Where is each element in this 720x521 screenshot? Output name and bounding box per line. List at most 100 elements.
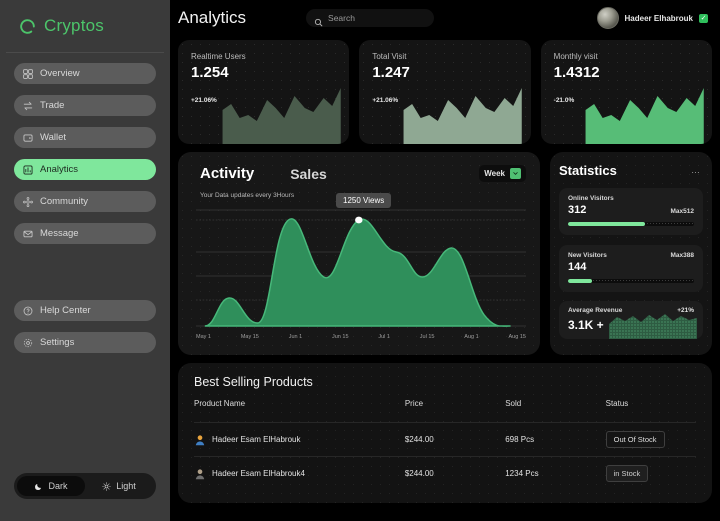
theme-option-light[interactable]: Light (85, 476, 153, 496)
cell-status: Out Of Stock (606, 423, 696, 457)
average-revenue-block: Average Revenue +21% 3.1K + (559, 301, 703, 339)
sidebar-item-label: Help Center (40, 305, 91, 316)
search-icon (314, 14, 323, 23)
stat-block-row: Online Visitors (568, 195, 694, 202)
progress-track (568, 279, 694, 283)
analytics-icon (23, 165, 33, 175)
stat-block-label: New Visitors (568, 252, 607, 259)
table-row[interactable]: Hadeer Esam ElHabrouk4 $244.00 1234 Pcs … (194, 457, 696, 491)
chart-tooltip: 1250 Views (336, 193, 391, 208)
stat-card-total-visit: Total Visit 1.247 +21.06% (359, 40, 530, 144)
status-badge: in Stock (606, 465, 649, 482)
activity-title: Activity (200, 165, 254, 182)
axis-tick: May 15 (241, 334, 259, 340)
stat-card-chart (541, 80, 712, 144)
stat-block-label: Online Visitors (568, 195, 614, 202)
range-label: Week (484, 169, 505, 178)
avatar (597, 7, 619, 29)
sun-icon (102, 482, 111, 491)
column-header-status: Status (606, 399, 696, 423)
grid-icon (23, 69, 33, 79)
axis-tick: May 1 (196, 334, 211, 340)
progress-fill (568, 222, 645, 226)
exchange-icon (23, 101, 33, 111)
theme-option-light-label: Light (116, 481, 136, 491)
sidebar-item-message[interactable]: Message (14, 223, 156, 244)
theme-toggle[interactable]: Dark Light (14, 473, 156, 499)
sidebar-item-label: Message (40, 228, 79, 239)
top-bar: Analytics Hadeer Elhabrouk ✓ (170, 0, 720, 36)
search-input[interactable] (328, 13, 426, 23)
question-icon (23, 306, 33, 316)
sidebar-item-community[interactable]: Community (14, 191, 156, 212)
verified-check-icon: ✓ (699, 14, 708, 23)
stat-card-label: Realtime Users (191, 52, 246, 61)
user-name: Hadeer Elhabrouk (625, 14, 693, 23)
page-title: Analytics (178, 8, 246, 28)
sidebar: Cryptos Overview Trade Wallet (0, 0, 170, 521)
moon-icon (34, 482, 43, 491)
stat-block-row: 312 Max512 (568, 202, 694, 216)
stat-card-realtime-users: Realtime Users 1.254 +21.06% (178, 40, 349, 144)
activity-panel: Activity Sales Week Your Data updates ev… (178, 152, 540, 355)
products-table-body: Hadeer Esam ElHabrouk $244.00 698 Pcs Ou… (194, 423, 696, 491)
cell-sold: 1234 Pcs (505, 457, 605, 491)
sidebar-item-trade[interactable]: Trade (14, 95, 156, 116)
average-revenue-chart (607, 309, 699, 339)
column-header-product-name: Product Name (194, 399, 405, 423)
axis-tick: Jul 1 (378, 334, 390, 340)
person-avatar-orange (194, 434, 206, 446)
activity-header: Activity Sales Week (178, 152, 540, 182)
stat-block-max: Max388 (671, 252, 695, 259)
sidebar-item-help-center[interactable]: Help Center (14, 300, 156, 321)
sidebar-nav-secondary: Help Center Settings (0, 300, 170, 353)
theme-option-dark-label: Dark (48, 481, 67, 491)
sidebar-item-label: Analytics (40, 164, 78, 175)
user-menu[interactable]: Hadeer Elhabrouk ✓ (597, 7, 708, 29)
stat-block-new-visitors: New Visitors Max388 144 (559, 245, 703, 292)
sidebar-item-analytics[interactable]: Analytics (14, 159, 156, 180)
envelope-icon (23, 229, 33, 239)
products-table-head: Product Name Price Sold Status (194, 399, 696, 423)
cell-status: in Stock (606, 457, 696, 491)
stat-card-label: Monthly visit (554, 52, 598, 61)
sidebar-spacer (0, 353, 170, 473)
products-table: Product Name Price Sold Status (194, 399, 696, 490)
cell-price: $244.00 (405, 457, 505, 491)
sidebar-nav: Overview Trade Wallet Analytics (0, 63, 170, 244)
sidebar-item-wallet[interactable]: Wallet (14, 127, 156, 148)
search-box[interactable] (306, 9, 434, 27)
theme-option-dark[interactable]: Dark (17, 476, 85, 496)
range-selector[interactable]: Week (479, 165, 526, 182)
sidebar-item-label: Settings (40, 337, 74, 348)
stat-card-monthly-visit: Monthly visit 1.4312 -21.0% (541, 40, 712, 144)
progress-track (568, 222, 694, 226)
brand-name: Cryptos (44, 16, 104, 36)
table-row[interactable]: Hadeer Esam ElHabrouk $244.00 698 Pcs Ou… (194, 423, 696, 457)
main-content: Analytics Hadeer Elhabrouk ✓ Realtime Us… (170, 0, 720, 521)
more-dots-icon[interactable]: … (691, 165, 701, 175)
product-name-text: Hadeer Esam ElHabrouk (212, 435, 300, 444)
dashboard-root: Cryptos Overview Trade Wallet (0, 0, 720, 521)
stat-block-value: 144 (568, 261, 694, 273)
stat-card-label: Total Visit (372, 52, 406, 61)
best-selling-products-panel: Best Selling Products Product Name Price… (178, 363, 712, 503)
sidebar-item-settings[interactable]: Settings (14, 332, 156, 353)
sidebar-item-label: Trade (40, 100, 64, 111)
circle-arc-icon (18, 17, 37, 36)
axis-tick: Jun 1 (289, 334, 302, 340)
gear-icon (23, 338, 33, 348)
sidebar-item-label: Wallet (40, 132, 66, 143)
axis-tick: Aug 15 (509, 334, 526, 340)
stat-block-row: New Visitors Max388 (568, 252, 694, 259)
status-badge: Out Of Stock (606, 431, 665, 448)
column-header-sold: Sold (505, 399, 605, 423)
axis-tick: Jul 15 (420, 334, 435, 340)
community-icon (23, 197, 33, 207)
stat-card-value: 1.254 (191, 64, 229, 81)
sidebar-item-overview[interactable]: Overview (14, 63, 156, 84)
stat-card-chart (178, 80, 349, 144)
cell-product-name: Hadeer Esam ElHabrouk4 (194, 457, 405, 491)
chevron-down-icon (510, 168, 521, 179)
middle-row: Activity Sales Week Your Data updates ev… (170, 144, 720, 355)
